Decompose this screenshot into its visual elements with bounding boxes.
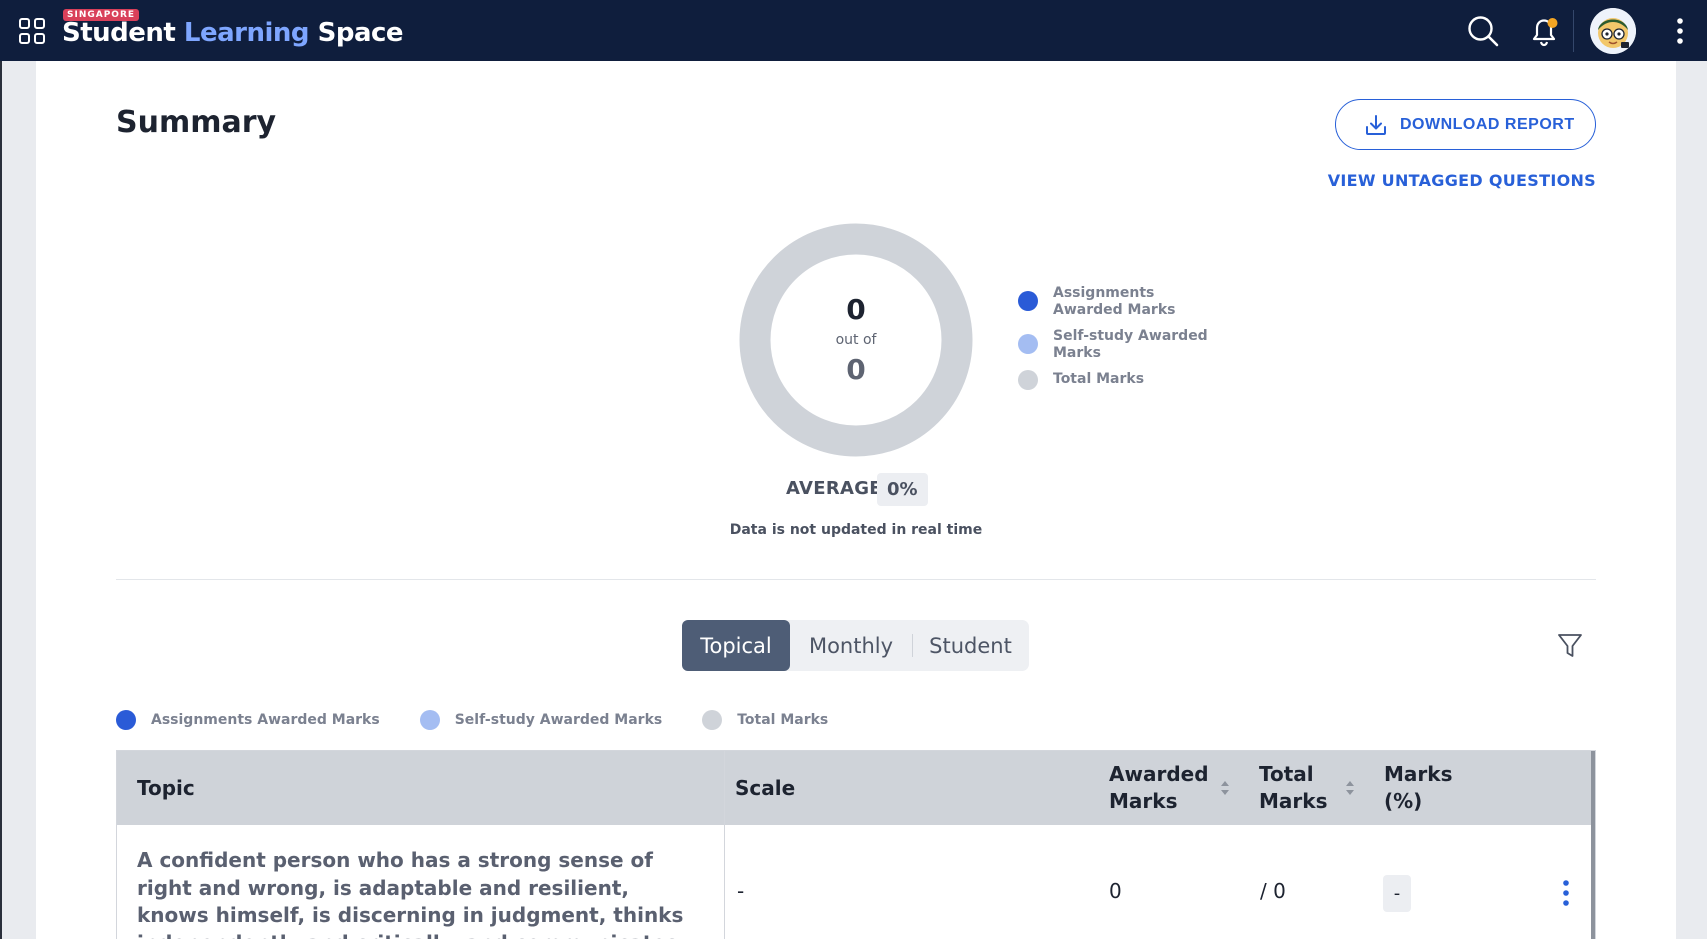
legend-dot-assignments [116, 710, 136, 730]
notification-dot [1547, 18, 1558, 28]
legend-label: Total Marks [1053, 371, 1145, 387]
section-divider [116, 579, 1596, 580]
tab-separator [912, 634, 913, 657]
table-header: Topic Scale Awarded Marks Total Marks Ma… [117, 751, 1595, 825]
legend-item-total: Total Marks [1018, 370, 1228, 390]
apps-grid-icon[interactable] [18, 17, 46, 45]
legend-item-self-study: Self-study Awarded Marks [1018, 328, 1228, 362]
donut-legend: Assignments Awarded Marks Self-study Awa… [1018, 285, 1228, 399]
column-header-total-marks[interactable]: Total Marks [1259, 751, 1327, 825]
download-report-label: DOWNLOAD REPORT [1400, 115, 1575, 133]
legend-label: Self-study Awarded Marks [454, 712, 663, 728]
filter-icon[interactable] [1557, 632, 1583, 660]
marks-percent-badge: - [1383, 875, 1411, 912]
table-legend: Assignments Awarded Marks Self-study Awa… [116, 710, 868, 730]
average-label: AVERAGE [786, 478, 882, 499]
legend-dot-self-study [419, 710, 440, 730]
bell-icon[interactable] [1528, 14, 1560, 48]
user-avatar-icon [1590, 8, 1636, 54]
tab-monthly[interactable]: Monthly [790, 620, 912, 671]
legend-label: Total Marks [737, 712, 829, 728]
legend-label: Assignments Awarded Marks [151, 712, 380, 728]
awarded-marks-cell: 0 [1109, 879, 1122, 903]
search-icon[interactable] [1466, 14, 1500, 48]
legend-label: Self-study Awarded Marks [1053, 328, 1208, 361]
column-header-scale[interactable]: Scale [735, 751, 795, 825]
legend-item-assignments: Assignments Awarded Marks [1018, 285, 1228, 319]
toolbar-divider [1573, 10, 1574, 52]
tab-topical[interactable]: Topical [682, 620, 790, 671]
more-vertical-icon[interactable] [1668, 14, 1692, 48]
scale-cell: - [737, 879, 745, 903]
brand-word-student: Student [62, 18, 176, 48]
view-untagged-questions-link[interactable]: VIEW UNTAGGED QUESTIONS [1328, 171, 1596, 190]
header-line: Marks [1259, 789, 1328, 813]
awarded-marks-value: 0 [846, 293, 866, 326]
brand-word-learning: Learning [183, 18, 310, 48]
table-scrollbar[interactable] [1591, 751, 1595, 939]
header-line: Total [1259, 762, 1314, 786]
topic-cell: A confident person who has a strong sens… [137, 848, 684, 939]
legend-dot-assignments [1018, 291, 1038, 311]
legend-dot-self-study [1018, 334, 1038, 354]
window-left-edge [0, 61, 2, 939]
column-header-marks-percent: Marks (%) [1384, 751, 1452, 825]
brand-word-space: Space [317, 18, 404, 48]
table-row[interactable]: A confident person who has a strong sens… [117, 825, 1595, 939]
header-line: Awarded [1109, 762, 1209, 786]
total-marks-value: 0 [846, 353, 866, 386]
page-title: Summary [116, 105, 277, 140]
top-navigation-bar: SINGAPORE Student Learning Space [0, 0, 1707, 61]
sort-icon[interactable] [1219, 779, 1231, 797]
header-line: Marks [1109, 789, 1178, 813]
topics-table: Topic Scale Awarded Marks Total Marks Ma… [116, 750, 1596, 939]
view-tabs: Topical Monthly Student [682, 620, 1029, 671]
app-logo[interactable]: Student Learning Space [62, 18, 404, 48]
data-freshness-note: Data is not updated in real time [729, 522, 983, 538]
tab-student[interactable]: Student [912, 620, 1029, 671]
sort-icon[interactable] [1344, 779, 1356, 797]
column-header-topic[interactable]: Topic [137, 751, 195, 825]
total-marks-cell: / 0 [1260, 879, 1286, 903]
header-line: Marks [1384, 762, 1453, 786]
legend-label: Assignments Awarded Marks [1053, 285, 1176, 318]
out-of-label: out of [835, 332, 877, 348]
average-value-badge: 0% [877, 473, 928, 506]
avatar[interactable] [1590, 8, 1636, 54]
donut-center-summary: 0 out of 0 [738, 222, 974, 458]
row-more-icon[interactable] [1554, 875, 1578, 911]
header-line: (%) [1384, 789, 1423, 813]
legend-dot-total [702, 710, 723, 730]
legend-dot-total [1018, 370, 1038, 390]
download-report-button[interactable]: DOWNLOAD REPORT [1335, 99, 1596, 150]
column-header-awarded-marks[interactable]: Awarded Marks [1109, 751, 1209, 825]
download-icon [1366, 114, 1386, 135]
